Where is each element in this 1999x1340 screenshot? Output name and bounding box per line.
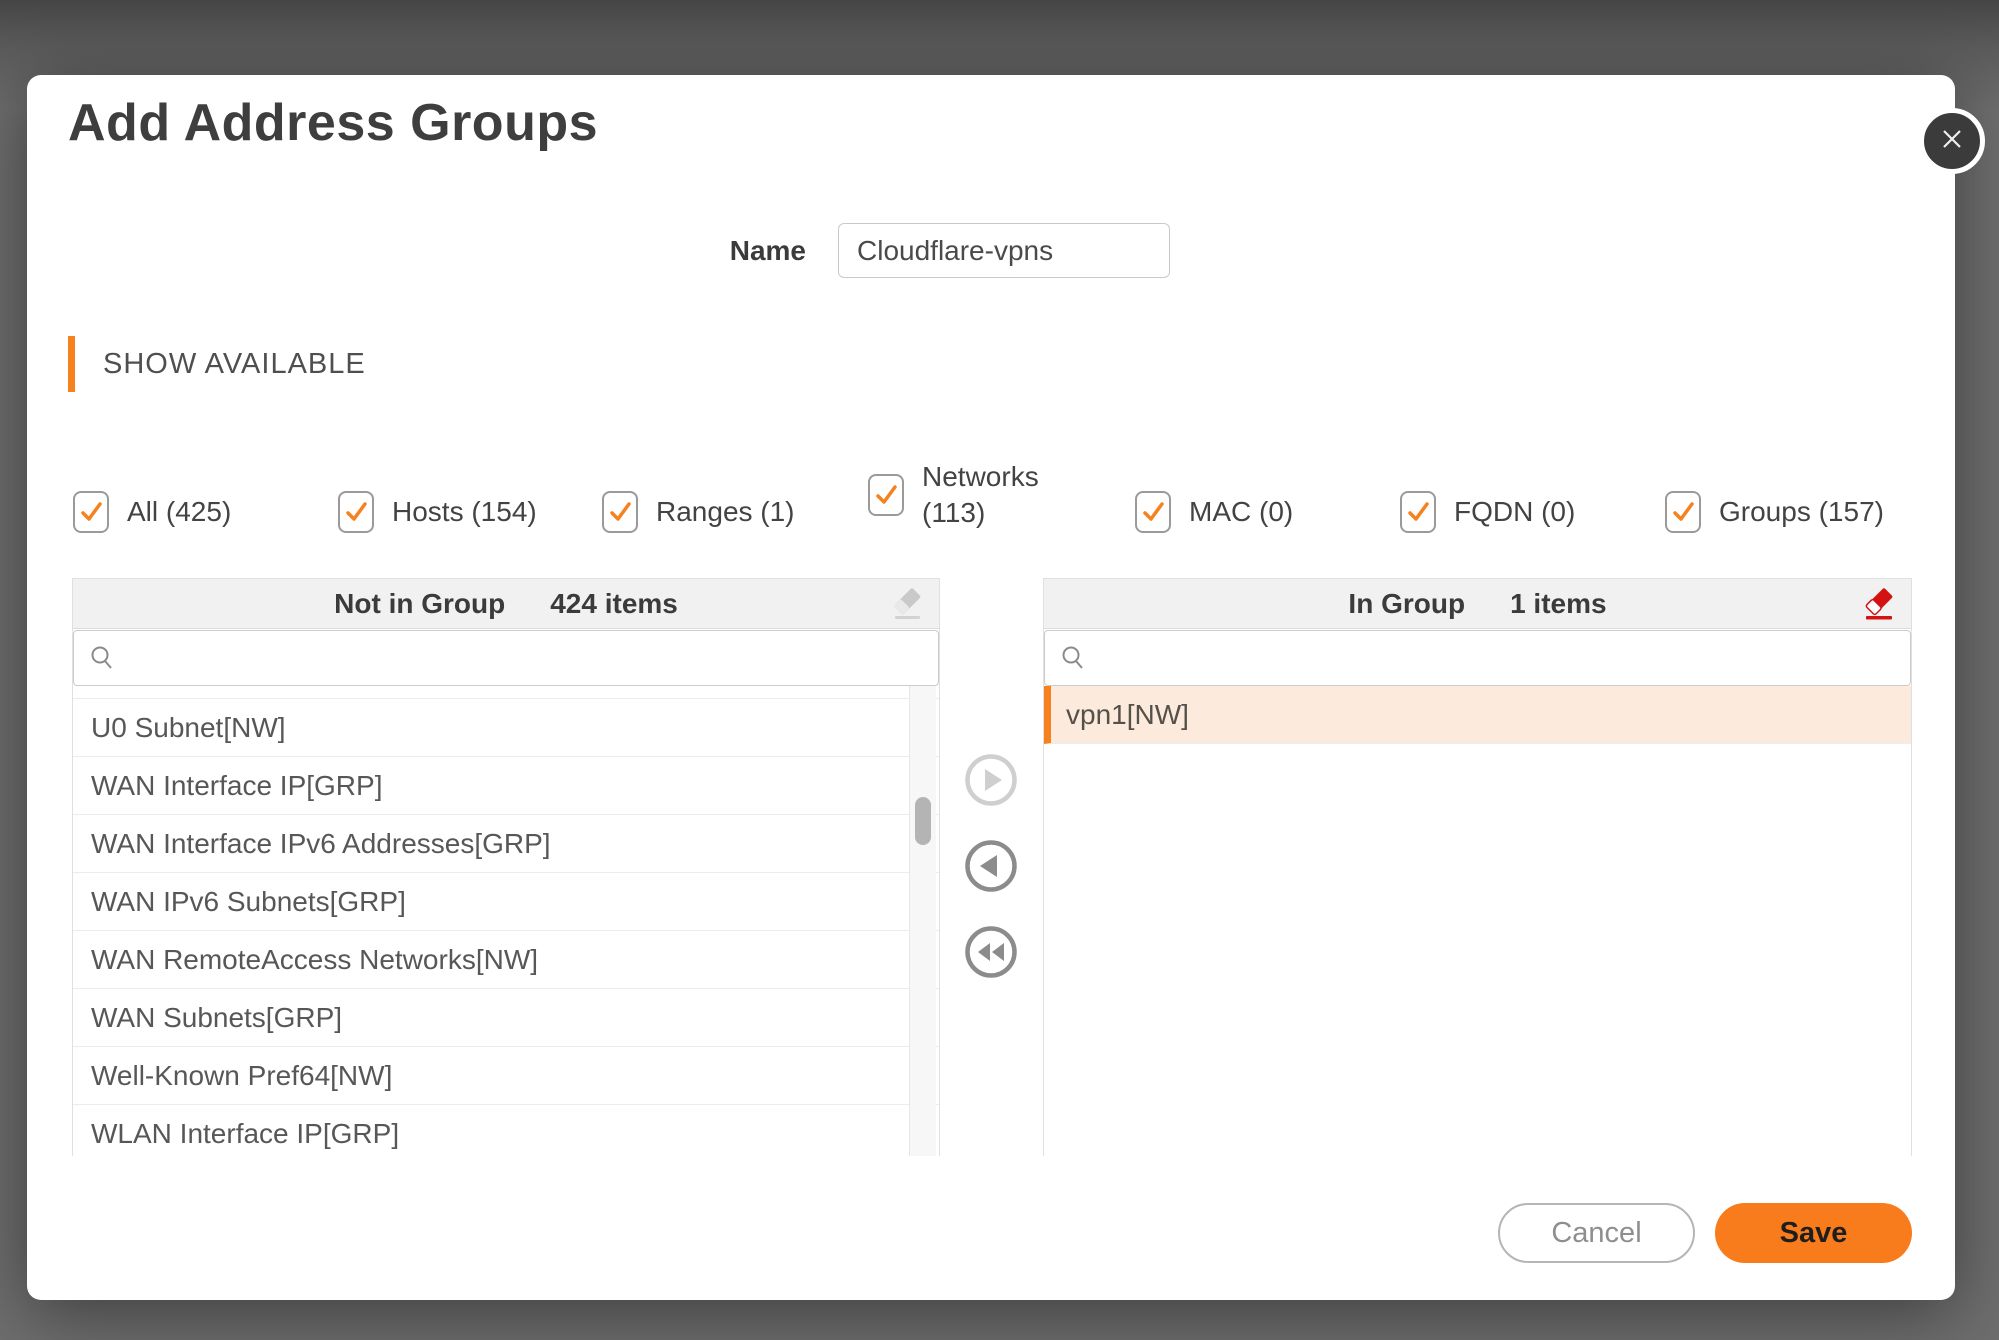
- not-in-group-header: Not in Group 424 items: [73, 579, 939, 629]
- list-item-label: vpn1[NW]: [1066, 699, 1189, 731]
- screen: Add Address Groups Name SHOW AVAILABLE A…: [0, 0, 1999, 1340]
- panel-title: In Group: [1348, 588, 1465, 620]
- list-item-label: WAN RemoteAccess Networks[NW]: [91, 944, 538, 976]
- save-button[interactable]: Save: [1715, 1203, 1912, 1263]
- search-icon: [1045, 644, 1087, 672]
- close-icon: [1938, 125, 1966, 158]
- move-left-button[interactable]: [964, 839, 1018, 893]
- arrow-left-circle-icon: [964, 839, 1018, 893]
- not-in-group-panel: Not in Group 424 items: [72, 578, 940, 1156]
- list-item-label: U0 Subnet[NW]: [91, 712, 286, 744]
- checkbox-checked-icon[interactable]: [1135, 491, 1171, 533]
- list-item-label: WAN Interface IPv6 Addresses[GRP]: [91, 828, 551, 860]
- list-item[interactable]: WAN IPv6 Subnets[GRP]: [73, 873, 939, 931]
- checkbox-checked-icon[interactable]: [868, 474, 904, 516]
- scrollbar-thumb[interactable]: [915, 797, 931, 845]
- eraser-icon[interactable]: [1861, 586, 1899, 624]
- list-item-label: WAN IPv6 Subnets[GRP]: [91, 886, 406, 918]
- name-label: Name: [566, 223, 806, 278]
- filter-checkbox-item[interactable]: MAC (0): [1135, 491, 1293, 533]
- partial-scrolled-row: [73, 686, 939, 699]
- filter-checkbox-item[interactable]: Networks (113): [868, 459, 1054, 531]
- search-icon: [74, 644, 116, 672]
- list-item[interactable]: WAN Interface IPv6 Addresses[GRP]: [73, 815, 939, 873]
- close-button[interactable]: [1919, 108, 1985, 174]
- filter-checkbox-item[interactable]: FQDN (0): [1400, 491, 1575, 533]
- name-input[interactable]: [838, 223, 1170, 278]
- checkbox-checked-icon[interactable]: [1400, 491, 1436, 533]
- panel-title: Not in Group: [334, 588, 505, 620]
- filter-checkbox-item[interactable]: Groups (157): [1665, 491, 1884, 533]
- not-in-group-search-input[interactable]: [116, 631, 938, 685]
- filter-label: FQDN (0): [1454, 496, 1575, 528]
- list-item-label: WAN Interface IP[GRP]: [91, 770, 382, 802]
- list-item[interactable]: WAN Subnets[GRP]: [73, 989, 939, 1047]
- dialog-title: Add Address Groups: [68, 93, 598, 153]
- scrollbar-track[interactable]: [909, 686, 936, 1156]
- panel-item-count: 1 items: [1510, 588, 1607, 620]
- filter-label: All (425): [127, 496, 231, 528]
- checkbox-checked-icon[interactable]: [73, 491, 109, 533]
- checkbox-checked-icon[interactable]: [338, 491, 374, 533]
- list-item-label: WAN Subnets[GRP]: [91, 1002, 342, 1034]
- in-group-search-input[interactable]: [1087, 631, 1910, 685]
- double-arrow-left-circle-icon: [964, 925, 1018, 979]
- checkbox-checked-icon[interactable]: [1665, 491, 1701, 533]
- in-group-header: In Group 1 items: [1044, 579, 1911, 629]
- arrow-right-circle-icon: [964, 753, 1018, 807]
- move-right-button[interactable]: [964, 753, 1018, 807]
- section-accent-bar: [68, 336, 75, 392]
- panel-item-count: 424 items: [550, 588, 678, 620]
- not-in-group-searchbox: [73, 630, 939, 686]
- in-group-searchbox: [1044, 630, 1911, 686]
- list-item[interactable]: Well-Known Pref64[NW]: [73, 1047, 939, 1105]
- not-in-group-list: U0 Subnet[NW] WAN Interface IP[GRP] WAN …: [73, 686, 939, 1156]
- section-title: SHOW AVAILABLE: [103, 336, 366, 392]
- filter-label: Networks (113): [922, 459, 1054, 531]
- list-item[interactable]: WLAN Interface IP[GRP]: [73, 1105, 939, 1156]
- filter-checkbox-item[interactable]: All (425): [73, 491, 231, 533]
- list-item[interactable]: vpn1[NW]: [1044, 686, 1911, 744]
- list-item[interactable]: WAN RemoteAccess Networks[NW]: [73, 931, 939, 989]
- list-item[interactable]: U0 Subnet[NW]: [73, 699, 939, 757]
- filter-label: MAC (0): [1189, 496, 1293, 528]
- list-item-label: WLAN Interface IP[GRP]: [91, 1118, 399, 1150]
- add-address-groups-dialog: Add Address Groups Name SHOW AVAILABLE A…: [27, 75, 1955, 1300]
- filter-checkbox-item[interactable]: Ranges (1): [602, 491, 795, 533]
- filter-label: Groups (157): [1719, 496, 1884, 528]
- list-item[interactable]: WAN Interface IP[GRP]: [73, 757, 939, 815]
- in-group-panel: In Group 1 items: [1043, 578, 1912, 1156]
- filter-checkbox-item[interactable]: Hosts (154): [338, 491, 537, 533]
- filter-label: Ranges (1): [656, 496, 795, 528]
- checkbox-checked-icon[interactable]: [602, 491, 638, 533]
- filter-label: Hosts (154): [392, 496, 537, 528]
- in-group-list: vpn1[NW]: [1044, 686, 1911, 1156]
- move-all-left-button[interactable]: [964, 925, 1018, 979]
- cancel-button[interactable]: Cancel: [1498, 1203, 1695, 1263]
- eraser-icon[interactable]: [889, 586, 927, 624]
- list-item-label: Well-Known Pref64[NW]: [91, 1060, 392, 1092]
